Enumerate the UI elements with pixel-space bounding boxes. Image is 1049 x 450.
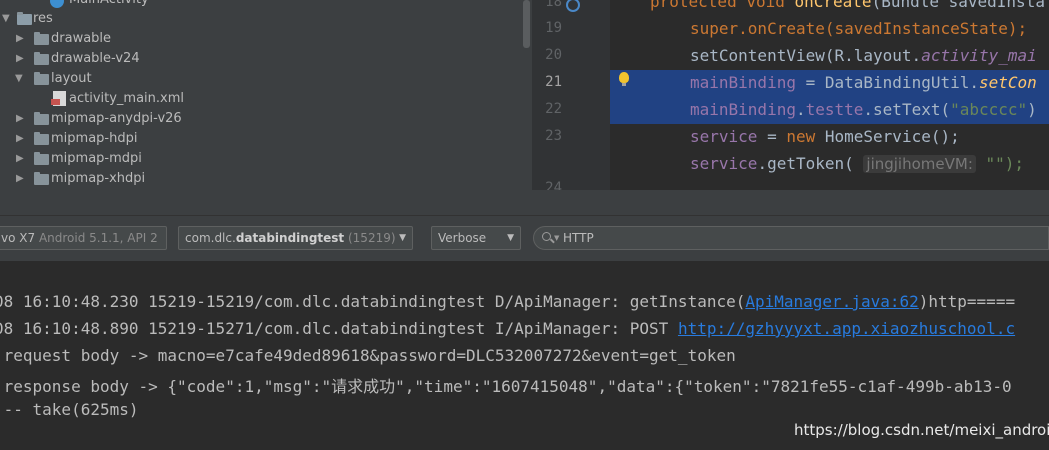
log-level-selector[interactable]: Verbose ▼: [431, 226, 521, 250]
line-number: 21: [545, 74, 562, 90]
tree-item-mipmap-anydpi-v26[interactable]: ▶ mipmap-anydpi-v26: [0, 109, 300, 129]
code-line-24: service.getToken( jingjihomeVM: "");: [690, 154, 1025, 173]
lightbulb-icon[interactable]: [619, 72, 629, 86]
folder-icon: [34, 172, 49, 185]
parameter-hint: jingjihomeVM:: [863, 155, 976, 173]
code-line-19: super.onCreate(savedInstanceState);: [690, 19, 1028, 38]
tree-item-activity-main-xml[interactable]: activity_main.xml: [0, 89, 300, 109]
code-line-23: service = new HomeService();: [690, 127, 960, 146]
tree-item-drawable[interactable]: ▶ drawable: [0, 29, 300, 49]
line-number: 20: [545, 47, 562, 63]
chevron-down-icon: ▼: [399, 233, 406, 243]
chevron-down-icon[interactable]: ▼: [15, 69, 25, 89]
logcat-output[interactable]: 08 16:10:48.230 15219-15219/com.dlc.data…: [0, 261, 1049, 450]
line-number: 24: [545, 180, 562, 190]
xml-file-icon: [51, 91, 66, 106]
url-link[interactable]: http://gzhyyyxt.app.xiaozhuschool.c: [678, 319, 1015, 338]
folder-icon: [17, 12, 32, 25]
chevron-down-icon[interactable]: ▼: [2, 9, 12, 29]
tree-item-mipmap-xhdpi[interactable]: ▶ mipmap-xhdpi: [0, 169, 300, 189]
tree-scrollbar[interactable]: [523, 0, 530, 48]
folder-icon: [34, 132, 49, 145]
chevron-down-icon[interactable]: ▼: [554, 234, 559, 242]
chevron-right-icon[interactable]: ▶: [16, 49, 26, 69]
code-editor[interactable]: 18 19 20 21 22 23 24 protected void onCr…: [532, 0, 1049, 190]
log-filter-input[interactable]: ▼ HTTP: [533, 226, 1049, 250]
log-line: request body -> macno=e7cafe49ded89618&p…: [0, 346, 736, 365]
chevron-right-icon[interactable]: ▶: [16, 169, 26, 189]
line-number: 19: [545, 20, 562, 36]
folder-icon: [34, 52, 49, 65]
search-icon: [542, 232, 551, 241]
device-selector[interactable]: vo X7 Android 5.1.1, API 2: [0, 226, 167, 250]
process-selector[interactable]: com.dlc.databindingtest (15219) ▼: [178, 226, 413, 250]
folder-icon: [34, 152, 49, 165]
tree-item-res[interactable]: ▼ res: [0, 9, 200, 29]
chevron-right-icon[interactable]: ▶: [16, 129, 26, 149]
watermark: https://blog.csdn.net/meixi_android: [794, 421, 1049, 439]
code-line-20: setContentView(R.layout.activity_mai: [690, 46, 1037, 65]
logcat-toolbar: vo X7 Android 5.1.1, API 2 com.dlc.datab…: [0, 216, 1049, 261]
project-tree: MainActivity ▼ res ▶ drawable ▶ drawable…: [0, 0, 532, 190]
source-link[interactable]: ApiManager.java:62: [745, 292, 918, 311]
line-number: 18: [545, 0, 562, 10]
tree-item-mipmap-mdpi[interactable]: ▶ mipmap-mdpi: [0, 149, 300, 169]
tree-item-mipmap-hdpi[interactable]: ▶ mipmap-hdpi: [0, 129, 300, 149]
log-line: 08 16:10:48.890 15219-15271/com.dlc.data…: [0, 319, 1016, 338]
chevron-down-icon: ▼: [507, 233, 514, 243]
code-line-18: protected void onCreate(Bundle savedInst…: [650, 0, 1045, 11]
chevron-right-icon[interactable]: ▶: [16, 109, 26, 129]
code-line-21: mainBinding = DataBindingUtil.setCon: [690, 73, 1037, 92]
log-line: 08 16:10:48.230 15219-15219/com.dlc.data…: [0, 292, 1016, 311]
folder-icon: [34, 72, 49, 85]
folder-icon: [34, 32, 49, 45]
tree-item-drawable-v24[interactable]: ▶ drawable-v24: [0, 49, 300, 69]
panel-splitter[interactable]: [0, 190, 1049, 216]
log-line: response body -> {"code":1,"msg":"请求成功",…: [0, 377, 1012, 396]
chevron-right-icon[interactable]: ▶: [16, 29, 26, 49]
tree-item-layout[interactable]: ▼ layout: [0, 69, 300, 89]
folder-icon: [34, 112, 49, 125]
chevron-right-icon[interactable]: ▶: [16, 149, 26, 169]
code-line-22: mainBinding.testte.setText("abcccc"): [690, 100, 1037, 119]
log-line: -- take(625ms): [0, 400, 139, 419]
line-number: 23: [545, 128, 562, 144]
class-icon: [50, 0, 64, 8]
line-number: 22: [545, 101, 562, 117]
